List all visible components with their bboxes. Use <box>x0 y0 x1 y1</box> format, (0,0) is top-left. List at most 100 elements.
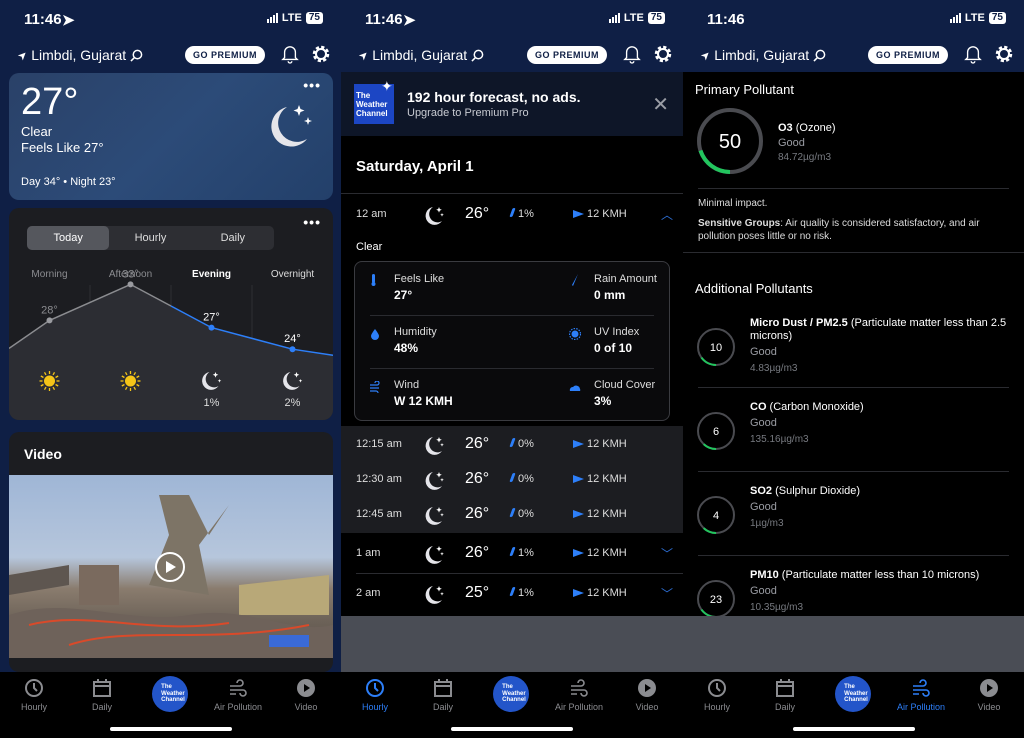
nav-label: Hourly <box>703 702 730 712</box>
twc-home-button[interactable]: The Weather Channel <box>835 676 871 712</box>
hourly-row[interactable]: 12:15 am 26° 0% 12 KMH <box>341 427 683 462</box>
location-label: Limbdi, Gujarat <box>31 47 127 63</box>
gear-icon[interactable] <box>311 44 331 64</box>
tab-hourly[interactable]: Hourly <box>109 226 191 250</box>
more-options-button[interactable]: ••• <box>303 214 321 230</box>
location-label: Limbdi, Gujarat <box>714 47 810 63</box>
phone-air-pollution-screen: 11:46 LTE 75 ➤ Limbdi, Gujarat GO PREMIU… <box>683 0 1024 738</box>
top-bar: ➤ Limbdi, Gujarat GO PREMIUM <box>683 40 1024 70</box>
divider <box>698 471 1009 472</box>
signal-icon <box>949 13 961 23</box>
search-icon[interactable] <box>471 49 484 62</box>
gear-icon[interactable] <box>653 44 673 64</box>
twc-home-button[interactable]: The Weather Channel <box>152 676 188 712</box>
row-temp: 26° <box>465 205 490 222</box>
nav-daily[interactable]: Daily <box>72 678 132 712</box>
temp-point <box>208 324 215 331</box>
location-arrow-icon: ➤ <box>403 12 416 29</box>
more-options-button[interactable]: ••• <box>303 77 321 93</box>
temp-label: 24° <box>284 333 301 345</box>
nav-video[interactable]: Video <box>617 678 677 712</box>
premium-promo-banner[interactable]: The Weather Channel ✦ 192 hour forecast, n… <box>341 72 683 136</box>
wind-direction-icon <box>573 440 584 449</box>
row-temp: 26° <box>465 544 490 561</box>
location-selector[interactable]: ➤ Limbdi, Gujarat <box>15 47 143 63</box>
temp-label: 33° <box>122 268 139 280</box>
tab-daily[interactable]: Daily <box>192 226 274 250</box>
day-heading: Saturday, April 1 <box>356 158 474 175</box>
row-time: 12:15 am <box>356 438 402 450</box>
detail-feels-like: Feels Like 27° <box>394 273 445 302</box>
hourly-row-expanded[interactable]: 12 am 26° 1% 12 KMH ︿ <box>341 197 683 232</box>
row-condition: Clear <box>356 241 383 253</box>
temp-point <box>127 281 134 288</box>
forecast-tabs: Today Hourly Daily <box>27 226 274 250</box>
pollutant-status: Good <box>778 137 805 149</box>
go-premium-button[interactable]: GO PREMIUM <box>184 46 265 64</box>
row-wind: 12 KMH <box>573 438 627 450</box>
hourly-row[interactable]: 1 am 26° 1% 12 KMH ﹀ <box>341 536 683 571</box>
search-icon[interactable] <box>813 49 826 62</box>
wind-direction-icon <box>573 475 584 484</box>
hourly-row[interactable]: 2 am 25° 1% 12 KMH ﹀ <box>341 576 683 611</box>
row-precip: 1% <box>509 547 534 559</box>
current-condition: Clear <box>21 124 53 139</box>
thermometer-icon <box>371 274 376 286</box>
clock-icon <box>366 679 384 697</box>
bell-icon[interactable] <box>623 44 641 64</box>
aqi-ring: 10 <box>697 328 735 366</box>
nav-hourly[interactable]: Hourly <box>4 678 64 712</box>
hourly-row[interactable]: 12:30 am 26° 0% 12 KMH <box>341 462 683 497</box>
nav-air-pollution[interactable]: Air Pollution <box>549 678 609 712</box>
chevron-down-icon[interactable]: ﹀ <box>661 545 673 562</box>
nav-label: Air Pollution <box>554 702 604 712</box>
chevron-up-icon[interactable]: ︿ <box>661 206 673 223</box>
nav-hourly[interactable]: Hourly <box>687 678 747 712</box>
bell-icon[interactable] <box>281 44 299 64</box>
hourly-row[interactable]: 12:45 am 26° 0% 12 KMH <box>341 497 683 532</box>
go-premium-button[interactable]: GO PREMIUM <box>867 46 948 64</box>
tab-today[interactable]: Today <box>27 226 110 250</box>
bottom-nav: Hourly Daily The Weather Channel Air Pollu… <box>341 672 683 738</box>
bell-icon[interactable] <box>964 44 982 64</box>
network-label: LTE <box>623 12 644 24</box>
uv-icon <box>569 328 581 340</box>
nav-video[interactable]: Video <box>276 678 336 712</box>
location-selector[interactable]: ➤ Limbdi, Gujarat <box>698 47 826 63</box>
moon-stars-icon <box>425 472 444 490</box>
play-button[interactable] <box>155 552 185 582</box>
raindrop-icon <box>509 438 516 447</box>
row-time: 2 am <box>356 587 381 599</box>
phone-today-screen: 11:46 ➤ LTE 75 ➤ Limbdi, Gujarat GO PREM… <box>0 0 341 738</box>
close-icon[interactable]: ✕ <box>652 92 669 117</box>
go-premium-button[interactable]: GO PREMIUM <box>526 46 607 64</box>
nav-hourly[interactable]: Hourly <box>345 678 405 712</box>
location-selector[interactable]: ➤ Limbdi, Gujarat <box>356 47 484 63</box>
row-time: 12 am <box>356 208 387 220</box>
humidity-icon <box>371 329 379 340</box>
current-conditions-card[interactable]: 27° Clear Feels Like 27° Day 34° • Night… <box>9 73 333 200</box>
battery-icon: 75 <box>988 12 1006 24</box>
row-wind: 12 KMH <box>573 208 627 220</box>
chevron-down-icon[interactable]: ﹀ <box>661 585 673 602</box>
search-icon[interactable] <box>130 49 143 62</box>
cloud-icon <box>569 385 581 391</box>
ad-placeholder <box>683 616 1024 672</box>
nav-label: Hourly <box>361 702 388 712</box>
detail-uv-index: UV Index 0 of 10 <box>594 326 640 355</box>
nav-air-pollution[interactable]: Air Pollution <box>891 678 951 712</box>
video-thumbnail[interactable] <box>9 475 333 658</box>
nav-daily[interactable]: Daily <box>413 678 473 712</box>
twc-home-button[interactable]: The Weather Channel <box>493 676 529 712</box>
nav-video[interactable]: Video <box>959 678 1019 712</box>
nav-label: Daily <box>774 702 795 712</box>
moon-stars-icon <box>425 207 444 225</box>
nav-daily[interactable]: Daily <box>755 678 815 712</box>
top-bar: ➤ Limbdi, Gujarat GO PREMIUM <box>341 40 683 70</box>
video-heading: Video <box>24 446 62 462</box>
temp-label: 28° <box>41 304 58 316</box>
row-time: 12:30 am <box>356 473 402 485</box>
gear-icon[interactable] <box>994 44 1014 64</box>
nav-air-pollution[interactable]: Air Pollution <box>208 678 268 712</box>
primary-aqi-value: 50 <box>719 131 741 153</box>
